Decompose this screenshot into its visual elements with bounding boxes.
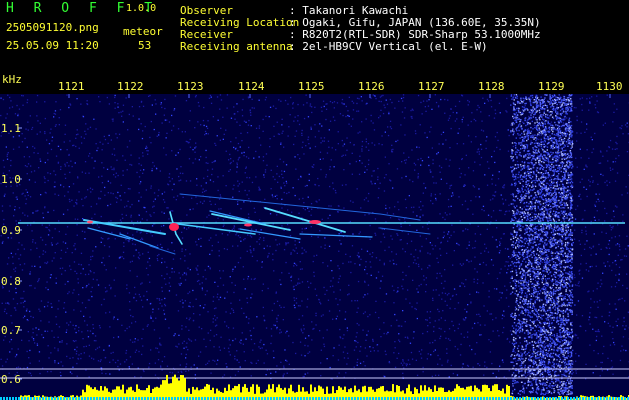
echo-peak-marker	[244, 223, 252, 227]
freq-tick-label: 0.6	[1, 373, 21, 386]
time-tick-label: 1130	[596, 80, 623, 93]
time-tick-label: 1123	[177, 80, 204, 93]
time-tick-label: 1126	[358, 80, 385, 93]
echo-peak-marker	[309, 220, 321, 224]
echo-peak-marker	[169, 223, 179, 231]
time-tick-label: 1121	[58, 80, 85, 93]
time-tick-label: 1122	[117, 80, 144, 93]
time-tick-label: 1125	[298, 80, 325, 93]
time-tick-label: 1129	[538, 80, 565, 93]
event-type-label: meteor	[123, 25, 163, 38]
antenna-key: Receiving antenna	[180, 40, 293, 53]
time-tick-label: 1128	[478, 80, 505, 93]
time-tick-label: 1124	[238, 80, 265, 93]
antenna-value: : 2el-HB9CV Vertical (el. E-W)	[289, 40, 488, 53]
time-axis-strip: kHz 1121 1122 1123 1124 1125 1126 1127 1…	[0, 62, 629, 94]
event-count: 53	[138, 39, 152, 52]
freq-tick-label: 0.7	[1, 324, 21, 337]
file-name: 2505091120.png	[6, 21, 99, 34]
freq-tick-label: 1.0	[1, 173, 21, 186]
header-panel: H R O F F T 1.0.0 2505091120.png 25.05.0…	[0, 0, 629, 62]
freq-unit-label: kHz	[2, 73, 22, 86]
app-version: 1.0.0	[126, 3, 157, 14]
freq-tick-label: 0.9	[1, 224, 21, 237]
echo-peak-marker	[87, 220, 93, 224]
spectrogram: 1.1 1.0 0.9 0.8 0.7 0.6	[0, 94, 629, 400]
freq-tick-label: 1.1	[1, 122, 21, 135]
freq-tick-label: 0.8	[1, 275, 21, 288]
time-tick-label: 1127	[418, 80, 445, 93]
timestamp: 25.05.09 11:20	[6, 39, 99, 52]
